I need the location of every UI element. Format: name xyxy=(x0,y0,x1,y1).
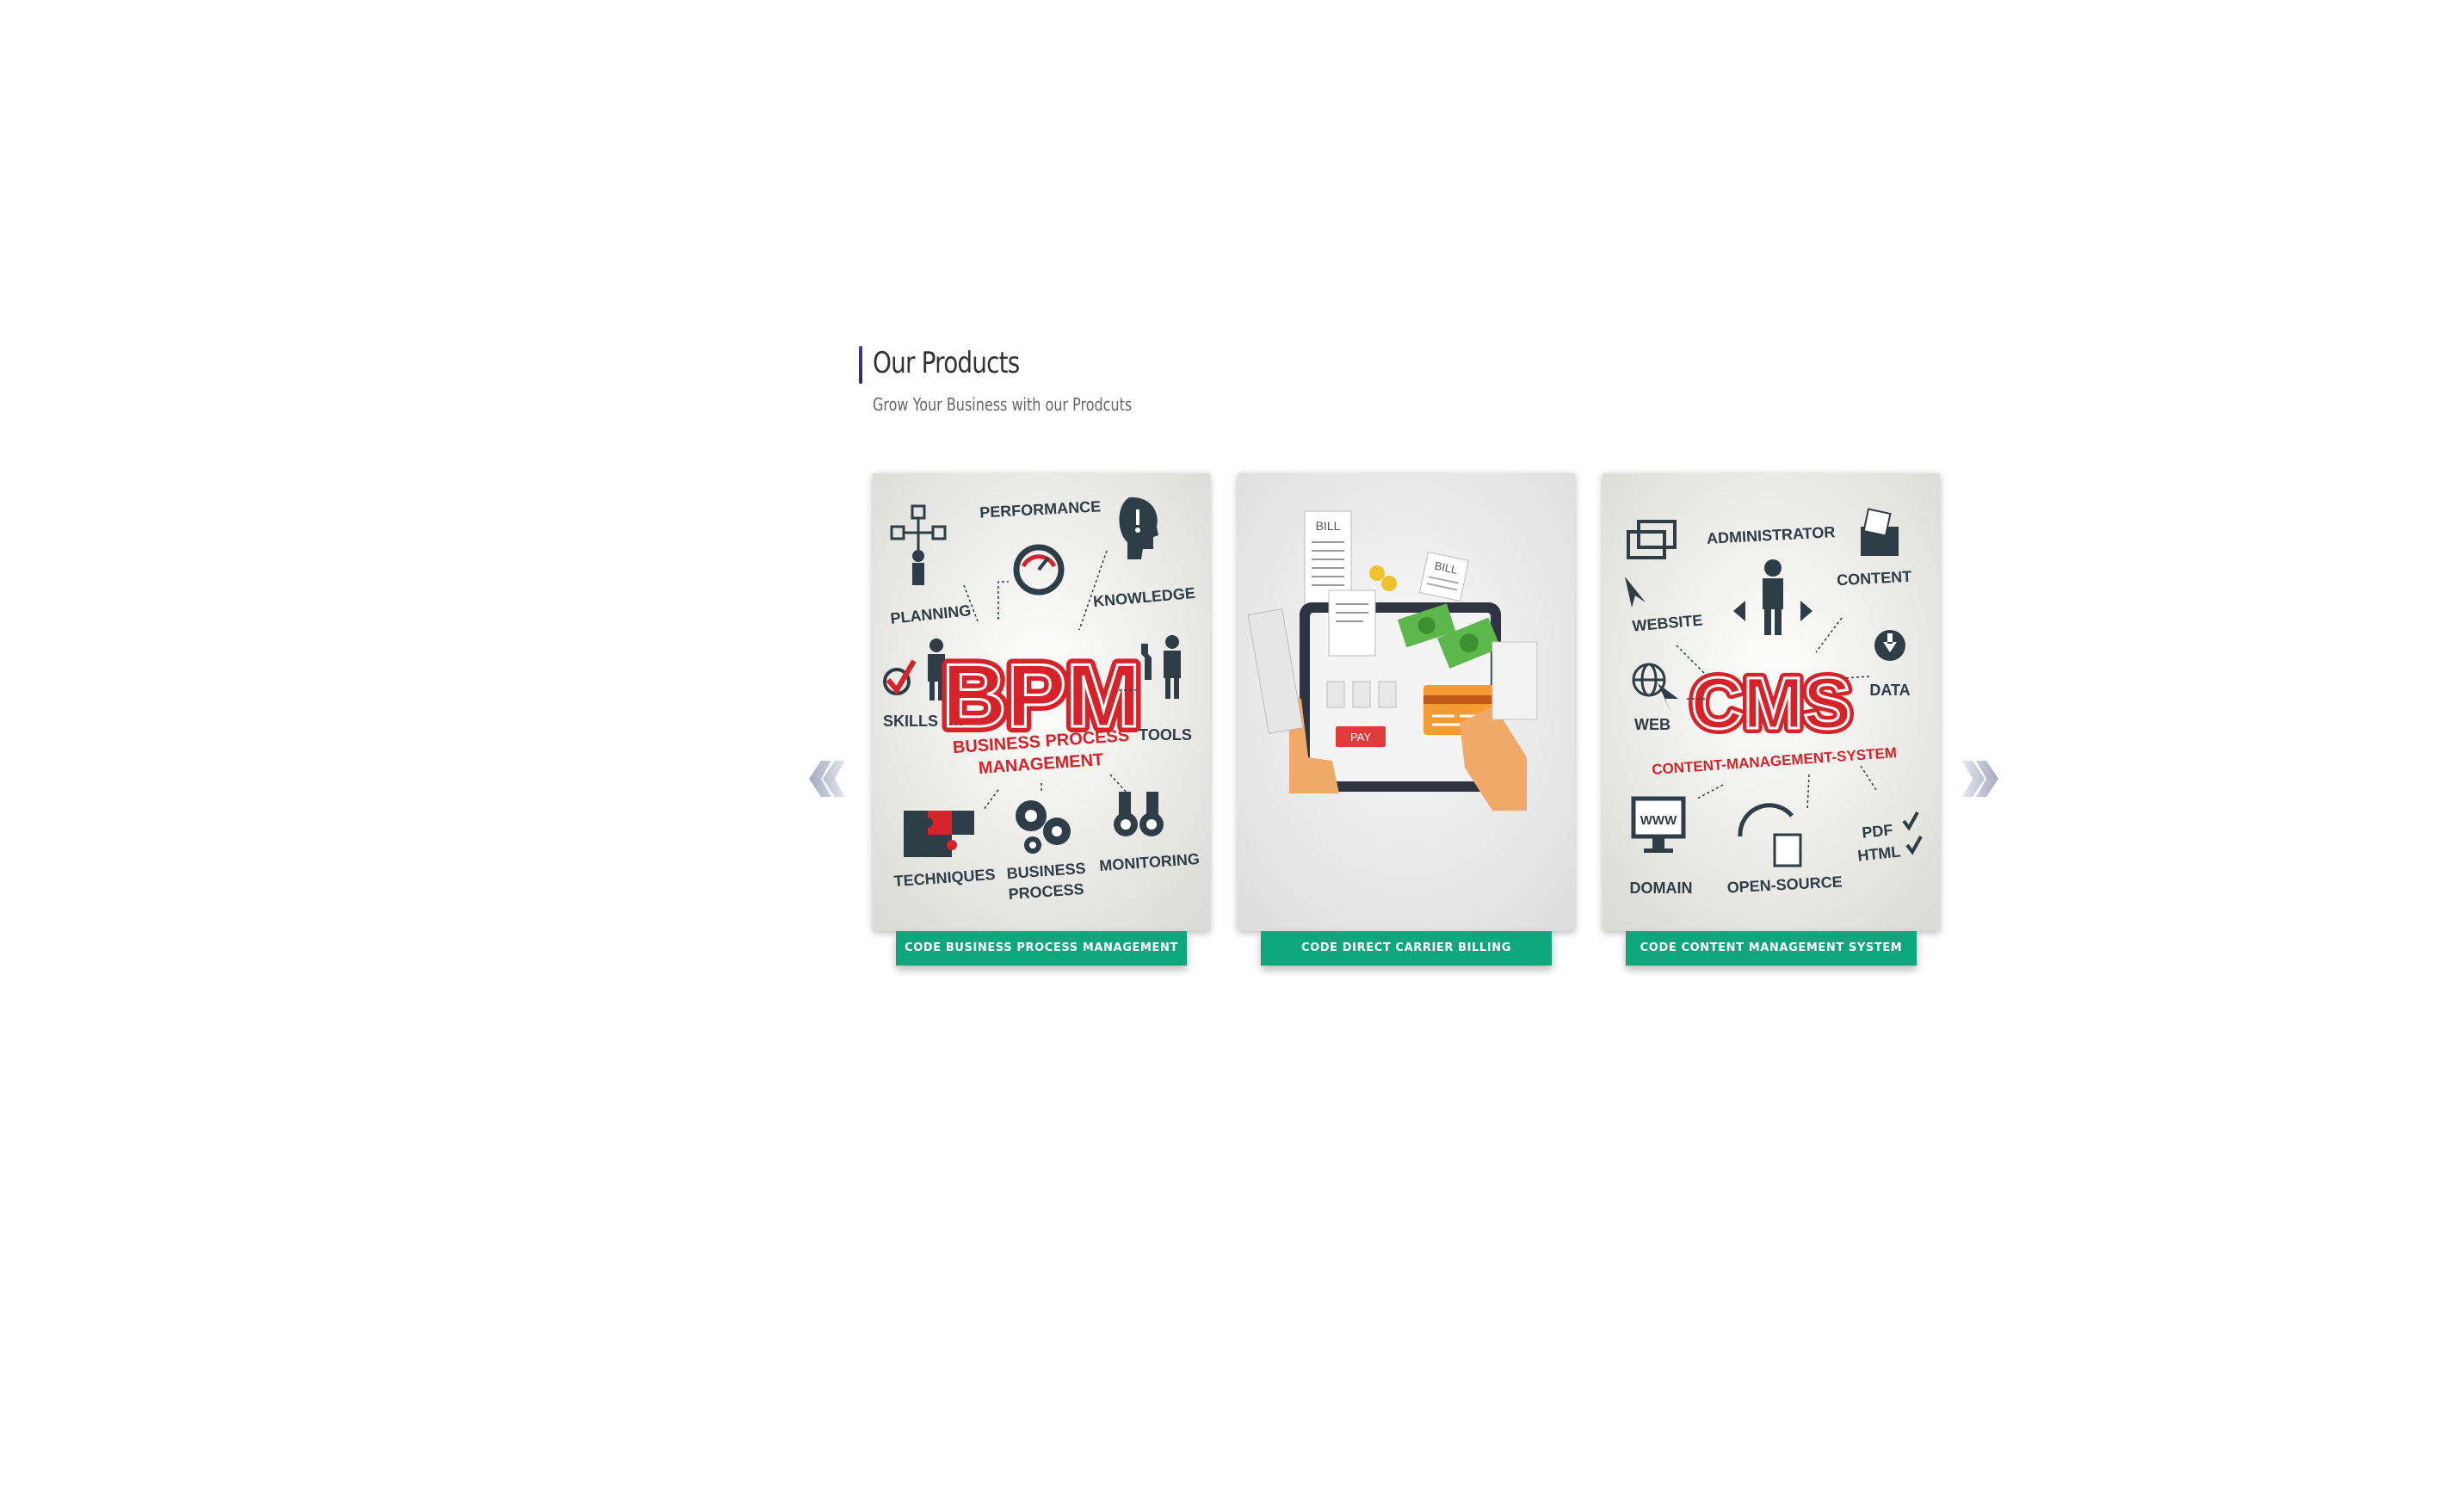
cms-label-data: DATA xyxy=(1869,682,1910,699)
bpm-product-button[interactable]: CODE BUSINESS PROCESS MANAGEMENT xyxy=(896,931,1187,966)
products-section: Our Products Grow Your Business with our… xyxy=(809,344,2029,998)
title-accent-bar xyxy=(859,346,862,384)
download-icon xyxy=(1874,630,1905,661)
carrier-billing-illustration[interactable]: BILL BILL PAY xyxy=(1238,473,1575,931)
pay-label: PAY xyxy=(1350,731,1371,744)
cms-illustration[interactable]: CMS CMS CONTENT-MANAGEMENT-SYSTEM ADMINI… xyxy=(1603,473,1940,931)
bpm-label-tools: TOOLS xyxy=(1139,726,1192,744)
product-card-cms[interactable]: CMS CMS CONTENT-MANAGEMENT-SYSTEM ADMINI… xyxy=(1603,473,1940,974)
cms-label-web: WEB xyxy=(1634,716,1670,733)
section-subtitle: Grow Your Business with our Prodcuts xyxy=(873,394,1133,415)
cms-headline: CMS xyxy=(1691,663,1852,744)
carrier-billing-product-button[interactable]: CODE DIRECT CARRIER BILLING xyxy=(1261,931,1552,966)
product-card-carrier-billing[interactable]: BILL BILL PAY CODE DIRECT CARRIER BILLIN… xyxy=(1238,473,1575,974)
bpm-illustration[interactable]: BPM BPM BUSINESS PROCESS MANAGEMENT PERF… xyxy=(873,473,1210,931)
cms-label-pdf: PDF xyxy=(1861,821,1893,842)
product-card-bpm[interactable]: BPM BPM BUSINESS PROCESS MANAGEMENT PERF… xyxy=(873,473,1210,974)
cms-label-domain: DOMAIN xyxy=(1630,879,1693,897)
carousel-next-button[interactable] xyxy=(1962,759,1998,799)
bill-label: BILL xyxy=(1316,519,1341,533)
cms-label-www: WWW xyxy=(1640,813,1677,828)
chevron-left-icon xyxy=(809,761,845,797)
chevron-right-icon xyxy=(1962,761,1998,797)
section-title: Our Products xyxy=(873,346,1020,380)
carousel-prev-button[interactable] xyxy=(809,759,845,799)
bill-icon-2: BILL xyxy=(1418,551,1470,602)
bpm-label-skills: SKILLS xyxy=(883,713,938,730)
cms-product-button[interactable]: CODE CONTENT MANAGEMENT SYSTEM xyxy=(1626,931,1917,966)
